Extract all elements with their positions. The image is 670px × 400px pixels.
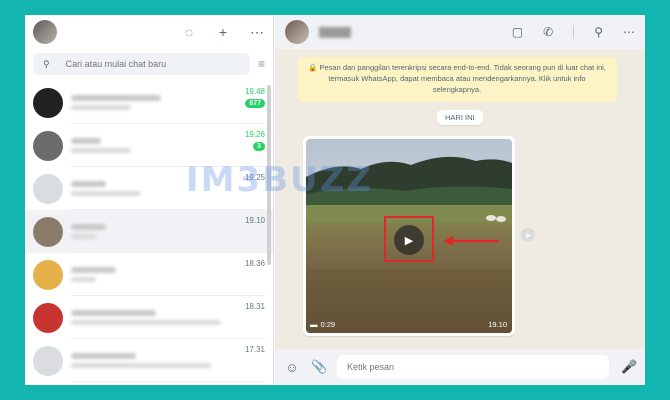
- menu-icon[interactable]: ⋯: [249, 24, 265, 41]
- avatar: [33, 259, 63, 290]
- list-item[interactable]: 17.31: [25, 339, 273, 382]
- play-button[interactable]: ▶: [394, 225, 424, 255]
- chat-time: 18.36: [244, 259, 265, 268]
- chat-list-pane: ◌ + ⋯ ⚲ ≡ 19.48 677: [25, 15, 274, 385]
- message-time: 19.10: [488, 320, 507, 329]
- video-call-icon[interactable]: ▢: [512, 25, 523, 39]
- annotation-arrow: [443, 236, 499, 246]
- chat-time: 18.31: [244, 302, 265, 311]
- composer: ☺ 📎 🎤: [275, 349, 645, 385]
- new-chat-icon[interactable]: +: [215, 24, 231, 41]
- filter-icon[interactable]: ≡: [258, 57, 265, 71]
- search-row: ⚲ ≡: [25, 49, 273, 79]
- menu-icon[interactable]: ⋯: [623, 25, 635, 39]
- day-chip: HARI INI: [437, 110, 483, 125]
- list-item[interactable]: 18.31: [25, 296, 273, 339]
- encryption-notice[interactable]: 🔒 Pesan dan panggilan terenkripsi secara…: [297, 57, 617, 102]
- avatar: [33, 345, 63, 376]
- contact-name[interactable]: █████: [319, 27, 351, 37]
- whatsapp-window: ◌ + ⋯ ⚲ ≡ 19.48 677: [25, 15, 645, 385]
- search-icon: ⚲: [43, 58, 50, 69]
- status-icon[interactable]: ◌: [181, 24, 197, 41]
- avatar: [33, 302, 63, 333]
- my-avatar[interactable]: [33, 20, 57, 44]
- message-input[interactable]: [337, 355, 609, 379]
- unread-badge: 3: [253, 142, 265, 151]
- search-input[interactable]: [65, 59, 216, 69]
- chat-list: 19.48 677 19.26 3 19.25 19.10 18.36 18.3…: [25, 81, 273, 382]
- attach-icon[interactable]: 📎: [311, 359, 327, 375]
- watermark: IM3BUZZ: [186, 160, 373, 200]
- chat-time: 19.10: [244, 216, 265, 225]
- chat-time: 19.26: [244, 130, 265, 139]
- avatar: [33, 130, 63, 161]
- chat-time: 19.48: [244, 87, 265, 96]
- avatar: [33, 87, 63, 118]
- chat-time: 17.31: [244, 345, 265, 354]
- forward-icon[interactable]: ➤: [521, 228, 535, 242]
- conversation-header: █████ ▢ ✆ ⚲ ⋯: [275, 15, 645, 49]
- list-item[interactable]: 19.10: [25, 210, 273, 253]
- search-box[interactable]: ⚲: [33, 53, 250, 75]
- unread-badge: 677: [245, 99, 265, 108]
- conversation-pane: █████ ▢ ✆ ⚲ ⋯ 🔒 Pesan dan panggilan tere…: [275, 15, 645, 385]
- video-duration: ▬ 0:29: [310, 320, 336, 329]
- microphone-icon[interactable]: 🎤: [621, 359, 637, 375]
- left-header: ◌ + ⋯: [25, 15, 273, 49]
- contact-avatar[interactable]: [285, 20, 309, 44]
- list-item[interactable]: 19.48 677: [25, 81, 273, 124]
- search-icon[interactable]: ⚲: [594, 25, 603, 39]
- video-camera-icon: ▬: [310, 320, 318, 329]
- emoji-icon[interactable]: ☺: [285, 360, 299, 375]
- avatar: [33, 216, 63, 247]
- voice-call-icon[interactable]: ✆: [543, 25, 553, 39]
- divider: [573, 25, 575, 39]
- list-item[interactable]: 18.36: [25, 253, 273, 296]
- avatar: [33, 173, 63, 204]
